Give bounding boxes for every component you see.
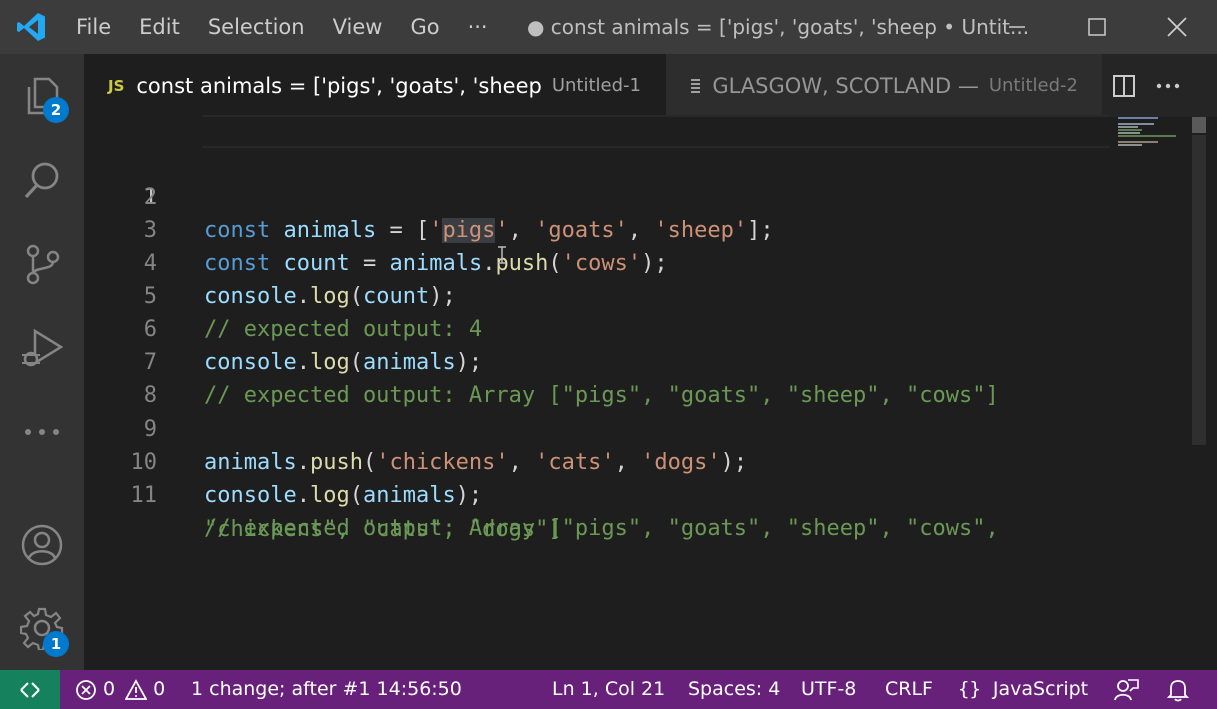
vscode-logo-icon [0, 0, 62, 54]
minimize-button[interactable] [977, 0, 1057, 54]
manage-button[interactable]: 1 [0, 586, 84, 670]
code-line[interactable]: 7 // expected output: Array ["pigs", "go… [84, 313, 999, 408]
menu-selection[interactable]: Selection [194, 0, 319, 54]
code-line[interactable]: 3 const count = animals.push('cows'); [84, 181, 668, 276]
code-text: console.log(count); [204, 284, 456, 309]
run-debug-button[interactable] [0, 306, 84, 390]
code-line[interactable]: 5 // expected output: 4 [84, 247, 482, 342]
cursor-position[interactable]: Ln 1, Col 21 [552, 670, 665, 709]
menu-more[interactable]: ··· [454, 0, 502, 54]
tab-label: GLASGOW, SCOTLAND — [712, 73, 979, 98]
editor-tabs: JS const animals = ['pigs', 'goats', 'sh… [84, 54, 1217, 117]
code-line[interactable]: 4 console.log(count); [84, 214, 456, 309]
code-text: console.log(animals); [204, 350, 483, 375]
tab-description: Untitled-2 [988, 75, 1078, 96]
run-debug-icon [22, 328, 64, 367]
code-text: console.log(animals); [204, 483, 483, 508]
more-views-button[interactable] [0, 390, 84, 474]
menu-go[interactable]: Go [396, 0, 453, 54]
maximize-icon [1088, 18, 1106, 36]
maximize-button[interactable] [1057, 0, 1137, 54]
source-control-button[interactable] [0, 222, 84, 306]
minimap[interactable] [1118, 117, 1188, 147]
title-bar: File Edit Selection View Go ··· ● const … [0, 0, 1217, 54]
scrollbar-thumb[interactable] [1192, 117, 1206, 133]
notifications-button[interactable] [1166, 670, 1190, 709]
close-window-button[interactable] [1137, 0, 1217, 54]
close-icon [1167, 17, 1187, 37]
code-line[interactable]: 1 const animals = ['pigs', 'goats', 'she… [84, 115, 1114, 243]
code-line[interactable]: 2 [84, 148, 157, 210]
source-control-icon [26, 244, 60, 285]
feedback-button[interactable] [1114, 670, 1140, 709]
selected-text: pigs [442, 218, 496, 243]
encoding[interactable]: UTF-8 [801, 670, 856, 709]
editor-more-actions-button[interactable] [1146, 54, 1190, 117]
change-info[interactable]: 1 change; after #1 14:56:50 [191, 670, 462, 709]
text-lines-icon [691, 78, 701, 93]
search-button[interactable] [0, 138, 84, 222]
menu-view[interactable]: View [319, 0, 397, 54]
status-bar: 0 0 1 change; after #1 14:56:50 Ln 1, Co… [0, 670, 1217, 709]
window-title: ● const animals = ['pigs', 'goats', 'she… [527, 15, 1030, 39]
text-cursor-icon [497, 245, 507, 265]
minimize-icon [1009, 26, 1025, 28]
code-line[interactable]: 11 // expected output: Array ["pigs", "g… [84, 446, 999, 541]
indentation[interactable]: Spaces: 4 [688, 670, 780, 709]
split-editor-button[interactable] [1102, 54, 1146, 117]
error-count: 0 [103, 678, 116, 700]
problems-indicator[interactable]: 0 0 [75, 670, 165, 709]
warning-icon [125, 678, 148, 700]
remote-icon [20, 681, 40, 698]
line-ending[interactable]: CRLF [885, 670, 933, 709]
code-line[interactable]: 9 animals.push('chickens', 'cats', 'dogs… [84, 380, 747, 475]
settings-badge: 1 [43, 631, 69, 657]
warning-count: 0 [153, 678, 166, 700]
language-mode[interactable]: {} JavaScript [958, 670, 1088, 709]
code-line[interactable]: 6 console.log(animals); [84, 280, 482, 375]
code-comment: // expected output: 4 [204, 317, 483, 342]
explorer-button[interactable]: 2 [0, 54, 84, 138]
tab-untitled-1[interactable]: JS const animals = ['pigs', 'goats', 'sh… [84, 54, 666, 117]
menu-edit[interactable]: Edit [125, 0, 194, 54]
code-comment: "chickens", "cats", "dogs"] [204, 517, 562, 542]
error-icon [76, 679, 96, 700]
more-horizontal-icon [1156, 83, 1180, 88]
tab-untitled-2[interactable]: GLASGOW, SCOTLAND — Untitled-2 [666, 54, 1102, 117]
explorer-badge: 2 [43, 97, 69, 123]
remote-button[interactable] [0, 670, 60, 709]
search-icon [24, 162, 59, 199]
accounts-button[interactable] [0, 503, 84, 587]
code-line-wrap[interactable]: "chickens", "cats", "dogs"] [84, 480, 562, 542]
code-text: const animals = ['pigs', 'goats', 'sheep… [204, 218, 774, 243]
braces-icon: {} [958, 678, 981, 700]
code-text: const count = animals.push('cows'); [204, 251, 668, 276]
code-line[interactable]: 8 [84, 346, 157, 408]
code-text: animals.push('chickens', 'cats', 'dogs')… [204, 450, 748, 475]
tab-description: Untitled-1 [551, 75, 641, 96]
split-editor-icon [1113, 74, 1135, 97]
javascript-file-icon: JS [108, 76, 125, 95]
language-label: JavaScript [992, 678, 1089, 700]
code-comment: // expected output: Array ["pigs", "goat… [204, 383, 999, 408]
code-line[interactable]: 10 console.log(animals); [84, 413, 483, 508]
account-icon [21, 524, 63, 566]
menu-file[interactable]: File [62, 0, 125, 54]
bell-icon [1166, 679, 1190, 701]
code-editor[interactable]: 1 const animals = ['pigs', 'goats', 'she… [84, 115, 1217, 670]
tab-label: const animals = ['pigs', 'goats', 'sheep [136, 73, 542, 98]
activity-bar: 2 1 [0, 54, 84, 670]
current-line-highlight [202, 115, 1110, 148]
scrollbar-track[interactable] [1192, 135, 1206, 445]
feedback-icon [1114, 678, 1139, 700]
more-horizontal-icon [25, 429, 59, 435]
